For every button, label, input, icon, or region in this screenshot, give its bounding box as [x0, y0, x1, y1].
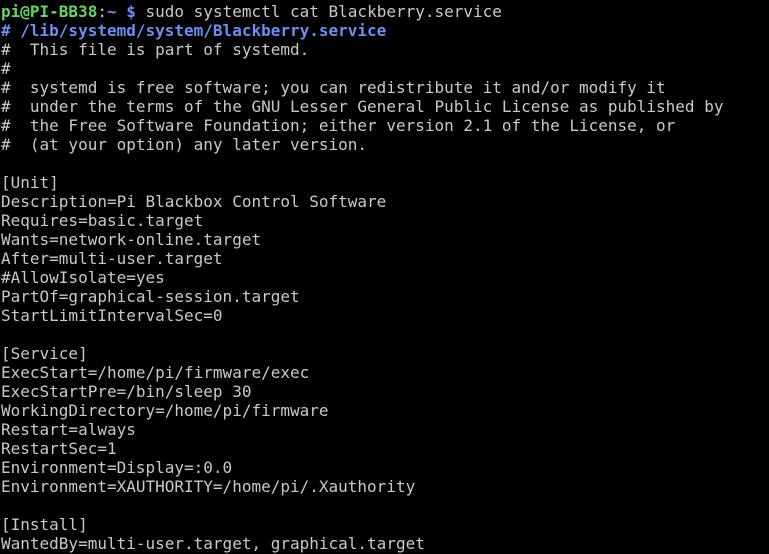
output-line: WantedBy=multi-user.target, graphical.ta… [1, 534, 425, 553]
output-line: Environment=XAUTHORITY=/home/pi/.Xauthor… [1, 477, 416, 496]
output-line: # (at your option) any later version. [1, 135, 368, 154]
section-header-unit: [Unit] [1, 173, 59, 192]
output-line: ExecStartPre=/bin/sleep 30 [1, 382, 252, 401]
unit-file-path: # /lib/systemd/system/Blackberry.service [1, 21, 387, 40]
prompt-command: sudo systemctl cat Blackberry.service [135, 2, 502, 21]
output-line: PartOf=graphical-session.target [1, 287, 300, 306]
output-line: ExecStart=/home/pi/firmware/exec [1, 363, 310, 382]
prompt-dollar: $ [116, 2, 136, 21]
output-line: Wants=network-online.target [1, 230, 262, 249]
output-line: # [1, 59, 11, 78]
output-line: # systemd is free software; you can redi… [1, 78, 666, 97]
prompt-separator: : [97, 2, 107, 21]
output-line: WorkingDirectory=/home/pi/firmware [1, 401, 329, 420]
section-header-install: [Install] [1, 515, 88, 534]
output-line: Restart=always [1, 420, 136, 439]
section-header-service: [Service] [1, 344, 88, 363]
output-line: Requires=basic.target [1, 211, 204, 230]
output-line: Environment=Display=:0.0 [1, 458, 233, 477]
output-line: # This file is part of systemd. [1, 40, 310, 59]
output-line: RestartSec=1 [1, 439, 117, 458]
output-line: Description=Pi Blackbox Control Software [1, 192, 387, 211]
prompt-cwd: ~ [106, 2, 117, 21]
output-line: StartLimitIntervalSec=0 [1, 306, 223, 325]
command-prompt-line: pi@PI-BB38:~ $ sudo systemctl cat Blackb… [1, 2, 769, 21]
output-line: # the Free Software Foundation; either v… [1, 116, 676, 135]
prompt-user-host: pi@PI-BB38 [1, 2, 98, 21]
output-line: # under the terms of the GNU Lesser Gene… [1, 97, 724, 116]
output-line: #AllowIsolate=yes [1, 268, 165, 287]
terminal-window[interactable]: pi@PI-BB38:~ $ sudo systemctl cat Blackb… [0, 0, 769, 554]
output-line: After=multi-user.target [1, 249, 223, 268]
